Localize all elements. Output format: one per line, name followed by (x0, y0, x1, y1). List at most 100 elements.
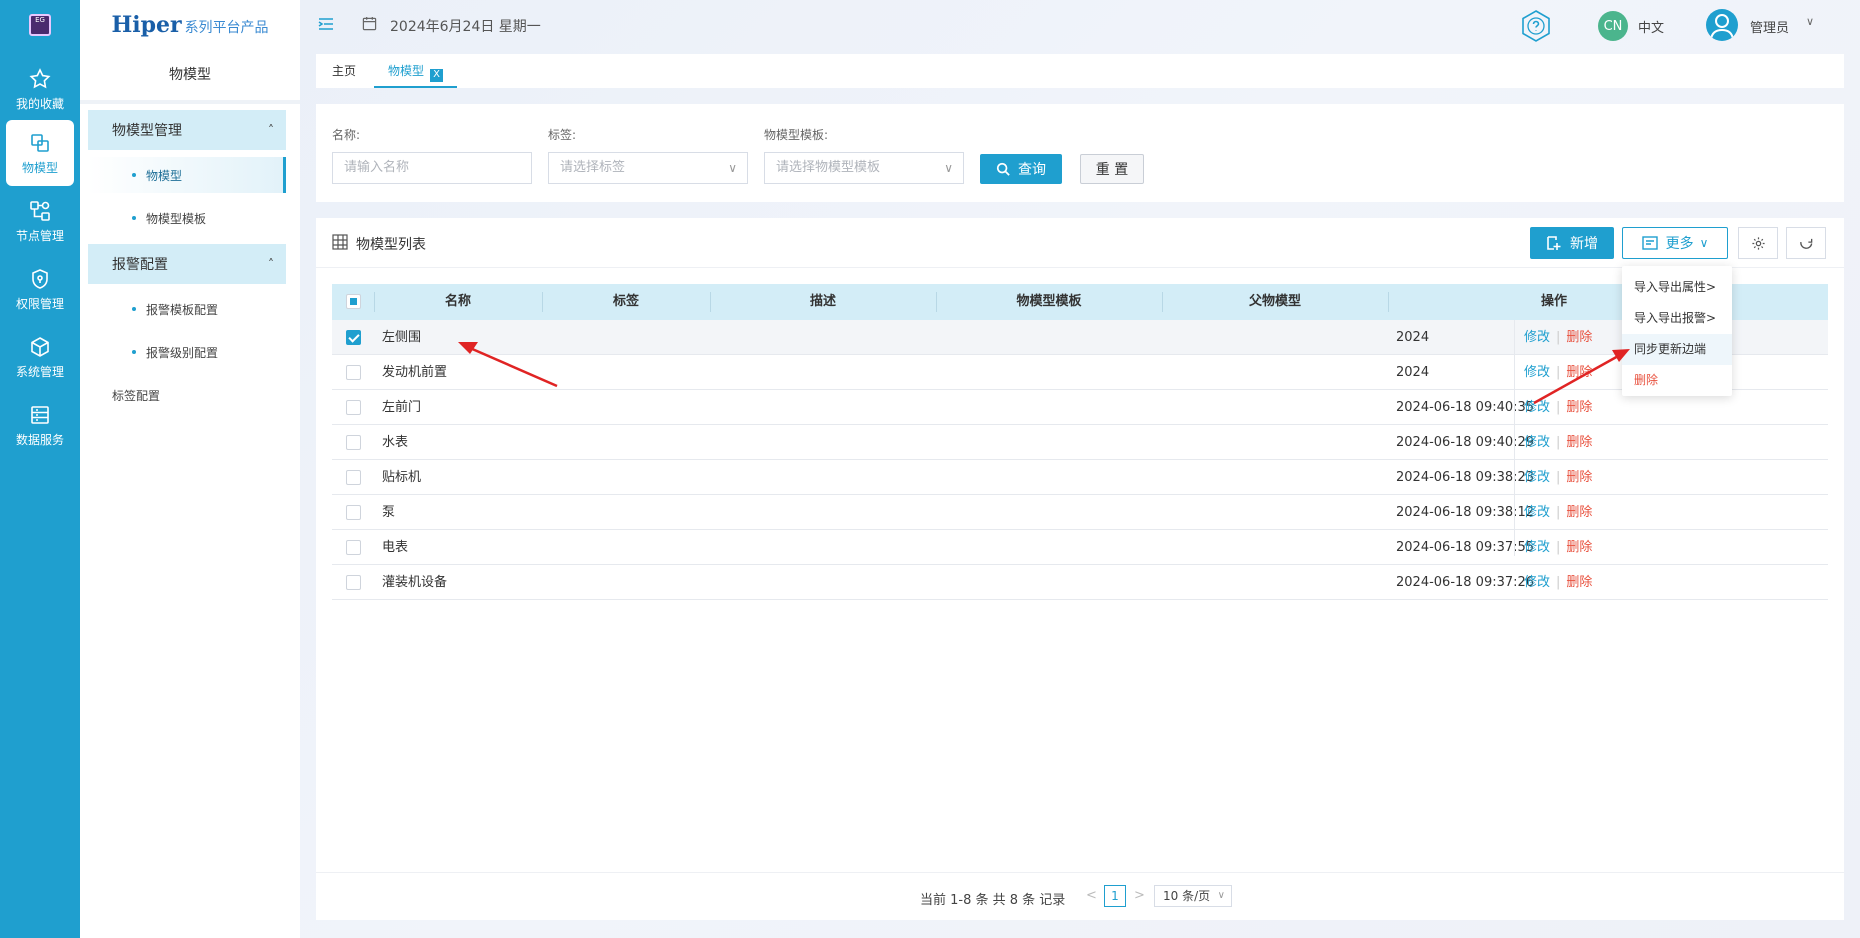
col-parent[interactable]: 父物模型 (1162, 284, 1388, 320)
sidebar-group-alarm[interactable]: 报警配置 ˄ (88, 244, 286, 284)
col-tag[interactable]: 标签 (542, 284, 710, 320)
rail-item-permission[interactable]: 权限管理 (6, 256, 74, 322)
sidebar-group-thing-model[interactable]: 物模型管理 ˄ (88, 110, 286, 150)
chevron-right-icon: > (1706, 280, 1717, 294)
edit-link[interactable]: 修改 (1524, 470, 1550, 485)
close-icon[interactable]: X (430, 69, 444, 82)
select-all-checkbox[interactable] (346, 294, 361, 309)
sidebar-item-thing-model[interactable]: 物模型 (88, 157, 286, 193)
table-row[interactable]: 左前门 2024-06-18 09:40:35 修改 | 删除 (332, 390, 1828, 425)
edit-link[interactable]: 修改 (1524, 365, 1550, 380)
delete-link[interactable]: 删除 (1566, 505, 1592, 520)
sidebar-item-alarm-level[interactable]: 报警级别配置 (88, 334, 286, 370)
chevron-down-icon[interactable]: ∨ (1806, 15, 1814, 28)
row-checkbox[interactable] (346, 435, 361, 450)
sidebar-item-tag-config[interactable]: 标签配置 (112, 387, 160, 404)
tag-select[interactable]: 请选择标签 ∨ (548, 152, 748, 184)
chevron-up-icon: ˄ (268, 123, 274, 137)
row-checkbox[interactable] (346, 400, 361, 415)
menu-item-delete[interactable]: 删除 (1622, 365, 1732, 396)
tab-home[interactable]: 主页 (332, 54, 356, 88)
col-name[interactable]: 名称 (374, 284, 542, 320)
rail-label: 系统管理 (15, 364, 64, 379)
row-actions: 修改 | 删除 (1524, 355, 1592, 390)
template-select[interactable]: 请选择物模型模板 ∨ (764, 152, 964, 184)
tab-thing-model[interactable]: 物模型 X (374, 54, 458, 88)
delete-link[interactable]: 删除 (1566, 575, 1592, 590)
row-checkbox[interactable] (346, 330, 361, 345)
thing-model-table: 名称 标签 描述 物模型模板 父物模型 操作 左侧围 2024 修改 | 删除 发动… (332, 284, 1828, 600)
table-row[interactable]: 左侧围 2024 修改 | 删除 (332, 320, 1828, 355)
query-label: 查询 (1018, 162, 1046, 178)
edit-link[interactable]: 修改 (1524, 330, 1550, 345)
page-1-button[interactable]: 1 (1104, 885, 1126, 907)
delete-link[interactable]: 删除 (1566, 435, 1592, 450)
query-button[interactable]: 查询 (980, 154, 1062, 184)
bullet-icon (132, 216, 136, 220)
row-checkbox[interactable] (346, 575, 361, 590)
tab-label: 物模型 (388, 64, 425, 78)
row-checkbox[interactable] (346, 365, 361, 380)
sidebar-item-alarm-template[interactable]: 报警模板配置 (88, 291, 286, 327)
rail-item-favorites[interactable]: 我的收藏 (6, 56, 74, 122)
row-name: 发动机前置 (382, 365, 448, 380)
name-placeholder: 请输入名称 (344, 160, 410, 175)
username[interactable]: 管理员 (1750, 17, 1789, 36)
help-icon[interactable] (1518, 8, 1554, 44)
row-name: 灌装机设备 (382, 575, 448, 590)
prev-page-button[interactable]: < (1086, 888, 1097, 903)
menu-item-import-export-properties[interactable]: 导入导出属性> (1622, 272, 1732, 303)
delete-link[interactable]: 删除 (1566, 365, 1592, 380)
menu-item-sync-edge[interactable]: 同步更新边端 (1622, 334, 1732, 365)
row-actions: 修改 | 删除 (1524, 530, 1592, 565)
delete-link[interactable]: 删除 (1566, 330, 1592, 345)
template-placeholder: 请选择物模型模板 (776, 160, 881, 175)
edit-link[interactable]: 修改 (1524, 400, 1550, 415)
brand-logo: Hiper 系列平台产品 (80, 0, 300, 50)
add-button[interactable]: 新增 (1530, 227, 1614, 259)
row-time: 2024 (1396, 330, 1430, 345)
next-page-button[interactable]: > (1134, 888, 1145, 903)
edit-link[interactable]: 修改 (1524, 505, 1550, 520)
table-row[interactable]: 水表 2024-06-18 09:40:29 修改 | 删除 (332, 425, 1828, 460)
language-badge[interactable]: CN (1598, 11, 1628, 41)
row-name: 泵 (382, 505, 396, 520)
rail-item-node-management[interactable]: 节点管理 (6, 188, 74, 254)
edit-link[interactable]: 修改 (1524, 540, 1550, 555)
row-checkbox[interactable] (346, 470, 361, 485)
delete-link[interactable]: 删除 (1566, 400, 1592, 415)
page-size-select[interactable]: 10 条/页 ∨ (1154, 885, 1232, 907)
menu-collapse-icon[interactable] (318, 16, 334, 32)
table-row[interactable]: 贴标机 2024-06-18 09:38:23 修改 | 删除 (332, 460, 1828, 495)
row-checkbox[interactable] (346, 540, 361, 555)
reset-button[interactable]: 重 置 (1080, 154, 1144, 184)
rail-item-thing-model[interactable]: 物模型 (6, 120, 74, 186)
delete-link[interactable]: 删除 (1566, 540, 1592, 555)
settings-button[interactable] (1738, 227, 1778, 259)
edit-link[interactable]: 修改 (1524, 575, 1550, 590)
name-input[interactable]: 请输入名称 (332, 152, 532, 184)
sidebar-item-thing-model-template[interactable]: 物模型模板 (88, 200, 286, 236)
add-icon (1547, 236, 1561, 250)
more-button[interactable]: 更多 ∨ (1622, 227, 1728, 259)
chevron-up-icon: ˄ (268, 257, 274, 271)
table-icon (332, 234, 348, 250)
action-divider: | (1556, 505, 1561, 520)
refresh-button[interactable] (1786, 227, 1826, 259)
avatar[interactable] (1706, 9, 1738, 41)
table-row[interactable]: 电表 2024-06-18 09:37:55 修改 | 删除 (332, 530, 1828, 565)
table-row[interactable]: 发动机前置 2024 修改 | 删除 (332, 355, 1828, 390)
node-icon (30, 200, 50, 221)
col-description[interactable]: 描述 (710, 284, 936, 320)
table-row[interactable]: 灌装机设备 2024-06-18 09:37:26 修改 | 删除 (332, 565, 1828, 600)
rail-item-system[interactable]: 系统管理 (6, 324, 74, 390)
row-checkbox[interactable] (346, 505, 361, 520)
menu-item-import-export-alarms[interactable]: 导入导出报警> (1622, 303, 1732, 334)
col-template[interactable]: 物模型模板 (936, 284, 1162, 320)
language-label[interactable]: 中文 (1638, 17, 1664, 36)
table-row[interactable]: 泵 2024-06-18 09:38:12 修改 | 删除 (332, 495, 1828, 530)
delete-link[interactable]: 删除 (1566, 470, 1592, 485)
edit-link[interactable]: 修改 (1524, 435, 1550, 450)
col-actions: 操作 (1540, 294, 1567, 309)
rail-item-data-service[interactable]: 数据服务 (6, 392, 74, 458)
